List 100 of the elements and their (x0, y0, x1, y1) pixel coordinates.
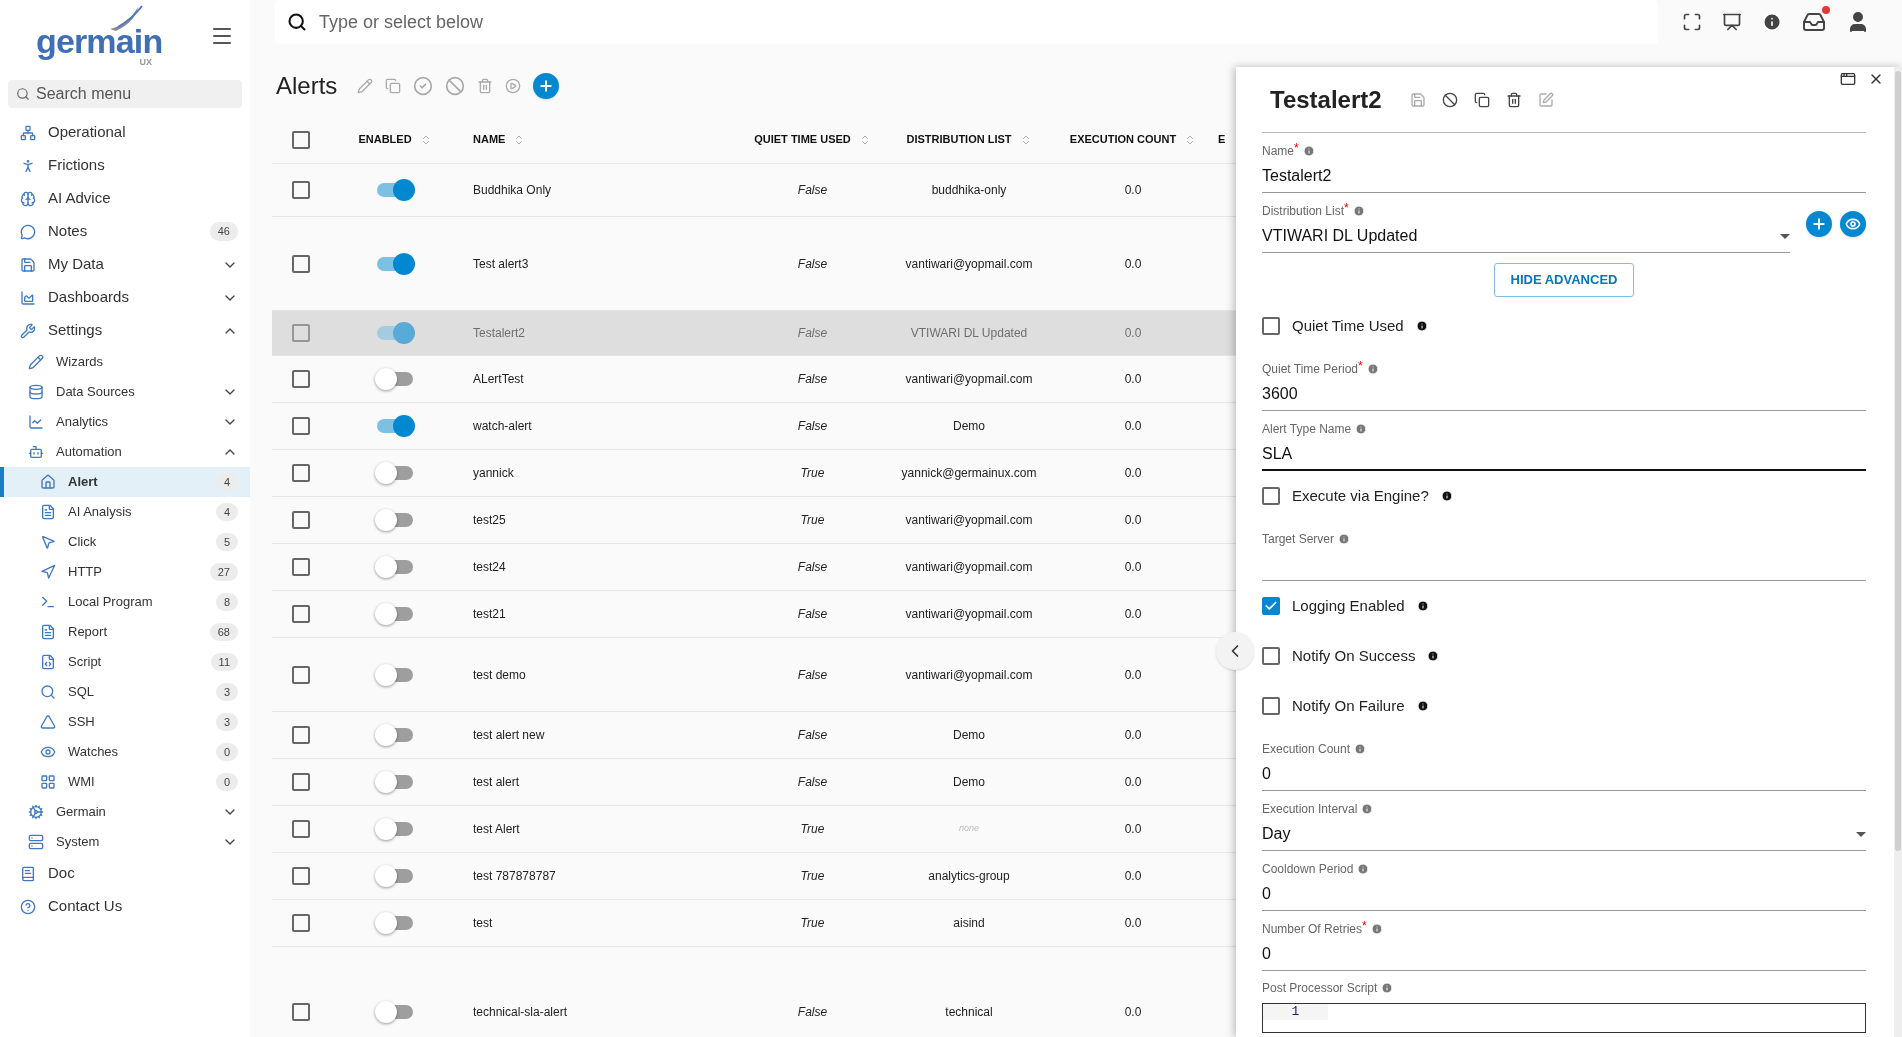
checkbox[interactable] (292, 820, 310, 838)
toggle-switch[interactable] (375, 818, 415, 840)
search-field[interactable]: Search menu (8, 80, 242, 108)
sidebar-item[interactable]: Local Program 8 (0, 587, 250, 617)
sidebar-item[interactable]: SSH 3 (0, 707, 250, 737)
add-button[interactable] (1806, 211, 1832, 237)
sidebar-item[interactable]: AI Analysis 4 (0, 497, 250, 527)
column-header[interactable]: EXECUTION COUNT (1069, 131, 1177, 148)
view-button[interactable] (1840, 211, 1866, 237)
text-field[interactable]: SLA (1262, 438, 1866, 471)
sidebar-item[interactable]: Wizards (0, 347, 250, 377)
scrollbar[interactable] (1894, 67, 1902, 1037)
info-icon[interactable] (1416, 600, 1429, 612)
copy-icon[interactable] (1473, 91, 1490, 108)
ban-icon[interactable] (1441, 91, 1458, 108)
info-icon[interactable] (1762, 12, 1782, 32)
checkbox[interactable] (292, 665, 310, 684)
info-icon[interactable] (1427, 650, 1440, 662)
toggle-switch[interactable] (375, 865, 415, 887)
checkbox[interactable] (292, 726, 310, 744)
column-header[interactable]: E (1218, 131, 1226, 148)
checkbox[interactable] (292, 370, 310, 388)
checkbox[interactable] (292, 417, 310, 435)
checkbox[interactable] (292, 254, 310, 273)
sidebar-item[interactable]: Data Sources (0, 377, 250, 407)
column-header[interactable]: DISTRIBUTION LIST (906, 131, 1012, 148)
dropdown-field[interactable]: Day (1262, 818, 1866, 851)
toggle-switch[interactable] (375, 179, 415, 201)
sidebar-item[interactable]: AI Advice (0, 182, 250, 215)
sidebar-item[interactable]: Operational (0, 116, 250, 149)
logo[interactable]: germain UX (36, 5, 166, 67)
column-header[interactable]: ENABLED (358, 131, 412, 148)
toggle-switch[interactable] (375, 771, 415, 793)
checkbox[interactable] (1262, 487, 1280, 505)
toggle-switch[interactable] (375, 724, 415, 746)
checkbox[interactable] (292, 511, 310, 529)
column-header[interactable]: NAME (473, 131, 506, 148)
info-icon[interactable] (1416, 700, 1429, 712)
checkbox[interactable] (292, 324, 310, 342)
sidebar-item[interactable]: WMI 0 (0, 767, 250, 797)
dropdown-field[interactable]: VTIWARI DL Updated (1262, 220, 1790, 253)
toggle-switch[interactable] (375, 663, 415, 686)
checkbox[interactable] (1262, 317, 1280, 335)
sidebar-item[interactable]: SQL 3 (0, 677, 250, 707)
sidebar-item[interactable]: Report 68 (0, 617, 250, 647)
checkbox[interactable] (292, 605, 310, 623)
toggle-switch[interactable] (375, 322, 415, 344)
hide-advanced-button[interactable]: HIDE ADVANCED (1493, 263, 1635, 297)
text-field[interactable]: Testalert2 (1262, 160, 1866, 193)
sidebar-item[interactable]: Analytics (0, 407, 250, 437)
checkbox[interactable] (292, 914, 310, 932)
sidebar-item[interactable]: Automation (0, 437, 250, 467)
checkbox[interactable] (1262, 697, 1280, 715)
toggle-switch[interactable] (375, 368, 415, 390)
maximize-icon[interactable] (1840, 71, 1856, 87)
checkbox[interactable] (1262, 647, 1280, 665)
edit-icon[interactable] (1537, 91, 1554, 108)
sidebar-item[interactable]: Settings (0, 314, 250, 347)
sidebar-item[interactable]: System (0, 827, 250, 857)
column-header[interactable]: QUIET TIME USED (754, 131, 851, 148)
presentation-icon[interactable] (1722, 12, 1742, 32)
checkbox[interactable] (292, 464, 310, 482)
sidebar-item[interactable]: Frictions (0, 149, 250, 182)
add-button[interactable] (533, 73, 560, 99)
toggle-switch[interactable] (375, 1000, 415, 1023)
toggle-switch[interactable] (375, 252, 415, 275)
sidebar-item[interactable]: Dashboards (0, 281, 250, 314)
toggle-switch[interactable] (375, 415, 415, 437)
trash-icon[interactable] (1505, 91, 1522, 108)
check-circle-icon[interactable] (413, 76, 434, 96)
text-field[interactable]: 3600 (1262, 378, 1866, 411)
sidebar-item[interactable]: Doc (0, 857, 250, 890)
info-icon[interactable] (1415, 320, 1428, 332)
toggle-switch[interactable] (375, 603, 415, 625)
toggle-switch[interactable] (375, 556, 415, 578)
sidebar-item[interactable]: My Data (0, 248, 250, 281)
sidebar-item[interactable]: Watches 0 (0, 737, 250, 767)
toggle-switch[interactable] (375, 912, 415, 934)
sidebar-item[interactable]: Contact Us (0, 890, 250, 923)
sidebar-item[interactable]: Alert 4 (0, 467, 250, 497)
text-field[interactable]: 0 (1262, 878, 1866, 911)
checkbox[interactable] (292, 558, 310, 576)
sidebar-item[interactable]: HTTP 27 (0, 557, 250, 587)
save-icon[interactable] (1409, 91, 1426, 108)
sidebar-item[interactable]: Click 5 (0, 527, 250, 557)
checkbox[interactable] (292, 181, 310, 199)
text-field[interactable]: 0 (1262, 758, 1866, 791)
checkbox[interactable] (1262, 597, 1280, 615)
sidebar-item[interactable]: Germain (0, 797, 250, 827)
checkbox[interactable] (292, 773, 310, 791)
text-field[interactable]: 0 (1262, 938, 1866, 971)
checkbox[interactable] (292, 130, 310, 149)
search-field[interactable]: Type or select below (275, 0, 1658, 44)
checkbox[interactable] (292, 867, 310, 885)
info-icon[interactable] (1440, 490, 1453, 502)
sidebar-item[interactable]: Script 11 (0, 647, 250, 677)
toggle-switch[interactable] (375, 462, 415, 484)
sidebar-item[interactable]: Notes 46 (0, 215, 250, 248)
code-editor[interactable]: 1 (1262, 1003, 1866, 1033)
checkbox[interactable] (292, 1002, 310, 1021)
